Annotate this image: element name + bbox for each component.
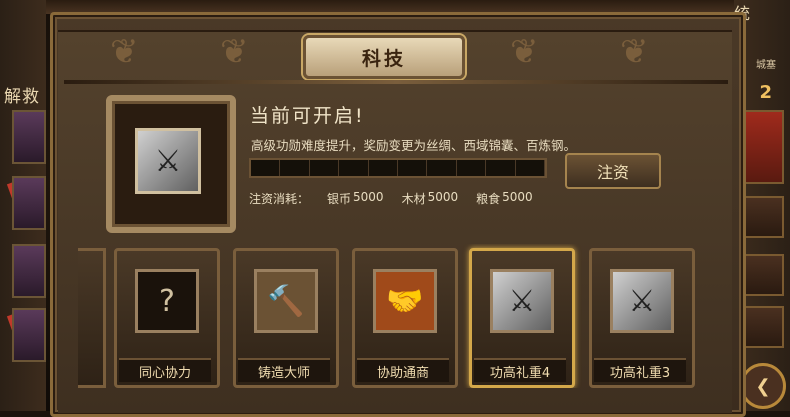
cost-label: 注资消耗： xyxy=(249,192,310,206)
tech-description: 高级功勋难度提升，奖励变更为丝绸、西域锦囊、百炼钢。 xyxy=(251,138,577,153)
investment-progress-bar xyxy=(249,158,547,178)
tech-card[interactable]: ? 同心协力 xyxy=(114,248,220,388)
tech-card-label: 协助通商 xyxy=(357,358,449,382)
left-sidebar: 主将 主将 解救 xyxy=(0,0,46,411)
tech-card-partial[interactable] xyxy=(78,248,106,388)
cost-silver: 银币 5000 xyxy=(327,190,384,206)
tech-card-list[interactable]: ? 同心协力 🔨 铸造大师 🤝 协助通商 ⚔ 功高礼重4 ⚔ 功高礼重3 xyxy=(78,244,710,388)
dragon-ornament-left-icon: ❦ xyxy=(110,32,139,72)
treasure-chest-icon: ⚔ xyxy=(610,269,674,333)
rescue-label[interactable]: 解救 xyxy=(4,82,40,107)
divider xyxy=(64,80,728,84)
cost-row: 注资消耗： 银币 5000 木材 5000 粮食 5000 xyxy=(249,190,533,207)
question-icon: ? xyxy=(135,269,199,333)
hero-portrait-2[interactable] xyxy=(12,176,46,230)
handshake-icon: 🤝 xyxy=(373,269,437,333)
tech-card-label: 功高礼重4 xyxy=(474,358,566,382)
invest-button[interactable]: 注资 xyxy=(565,153,661,189)
dragon-ornament-right-icon: ❦ xyxy=(620,32,649,72)
side-slot-2[interactable] xyxy=(742,254,784,296)
side-slot-3[interactable] xyxy=(742,306,784,348)
treasure-chest-icon: ⚔ xyxy=(490,269,554,333)
treasure-chest-icon: ⚔ xyxy=(135,128,201,194)
tech-card-label: 功高礼重3 xyxy=(594,358,686,382)
hammer-icon: 🔨 xyxy=(254,269,318,333)
fortress-count: 2 xyxy=(759,82,772,103)
hero-portrait-4[interactable] xyxy=(12,308,46,362)
hero-portrait-3[interactable] xyxy=(12,244,46,298)
tech-card-label: 铸造大师 xyxy=(238,358,330,382)
hero-portrait-1[interactable] xyxy=(12,110,46,164)
tech-card-label: 同心协力 xyxy=(119,358,211,382)
tech-status: 当前可开启! xyxy=(250,105,365,127)
panel-title: 科技 xyxy=(361,47,406,70)
cost-wood: 木材 5000 xyxy=(401,190,459,206)
tech-card[interactable]: 🤝 协助通商 xyxy=(352,248,458,388)
collapse-arrow-icon[interactable]: ❮ xyxy=(740,363,786,409)
tech-card[interactable]: 🔨 铸造大师 xyxy=(233,248,339,388)
dragon-ornament-right-icon: ❦ xyxy=(510,32,539,72)
title-plate: 科技 xyxy=(303,35,465,79)
fortress-label: 城塞 xyxy=(756,60,776,71)
cost-grain: 粮食 5000 xyxy=(476,190,533,206)
dragon-ornament-left-icon: ❦ xyxy=(220,32,249,72)
tech-card[interactable]: ⚔ 功高礼重3 xyxy=(589,248,695,388)
tech-card-selected[interactable]: ⚔ 功高礼重4 xyxy=(469,248,575,388)
side-slot-1[interactable] xyxy=(742,196,784,238)
